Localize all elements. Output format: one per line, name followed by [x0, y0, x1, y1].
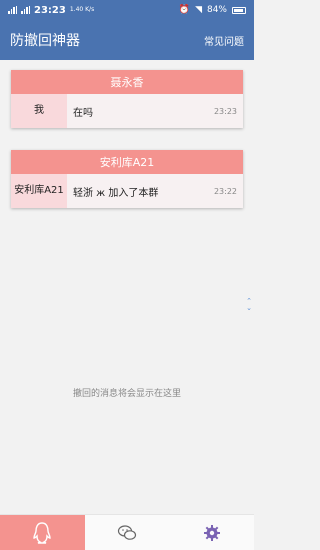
- battery-percent: 84%: [206, 5, 227, 15]
- page-title: 防撤回神器: [10, 33, 80, 49]
- nav-qq[interactable]: [0, 515, 85, 550]
- nav-settings[interactable]: [169, 515, 254, 550]
- wifi-icon: ◥: [195, 5, 202, 15]
- signal-icon-2: [21, 6, 30, 14]
- message-row[interactable]: 我 在吗 23:23: [11, 94, 243, 128]
- app-bar: 防撤回神器 常见问题: [0, 20, 254, 60]
- group-card[interactable]: 聂永香 我 在吗 23:23: [11, 70, 243, 128]
- qq-penguin-icon: [33, 521, 52, 544]
- message-row[interactable]: 安利库A21 轻浙 ж 加入了本群 23:22: [11, 174, 243, 208]
- wechat-icon: [117, 524, 137, 540]
- message-time: 23:23: [213, 106, 237, 116]
- group-name: 安利库A21: [11, 150, 243, 174]
- group-name: 聂永香: [11, 70, 243, 94]
- signal-icon: [8, 6, 17, 14]
- gear-icon: [203, 524, 220, 541]
- message-time: 23:22: [213, 186, 237, 196]
- status-bar: 23:23 1.40 K/s ⏰ ◥ 84%: [0, 0, 254, 20]
- empty-hint: 撤回的消息将会显示在这里: [72, 389, 181, 399]
- message-sender: 安利库A21: [11, 174, 67, 208]
- nav-wechat[interactable]: [85, 515, 170, 550]
- alarm-icon: ⏰: [178, 5, 191, 15]
- scroll-arrows-icon[interactable]: ⌃ ⌄: [244, 298, 254, 312]
- message-sender: 我: [11, 94, 67, 128]
- battery-icon: [232, 6, 246, 14]
- message-text: 轻浙 ж 加入了本群: [73, 187, 159, 199]
- bottom-nav: [0, 514, 254, 550]
- group-card[interactable]: 安利库A21 安利库A21 轻浙 ж 加入了本群 23:22: [11, 150, 243, 208]
- message-text: 在吗: [73, 107, 93, 119]
- faq-link[interactable]: 常见问题: [204, 33, 244, 48]
- net-speed: 1.40 K/s: [69, 6, 95, 13]
- status-time: 23:23: [34, 4, 66, 16]
